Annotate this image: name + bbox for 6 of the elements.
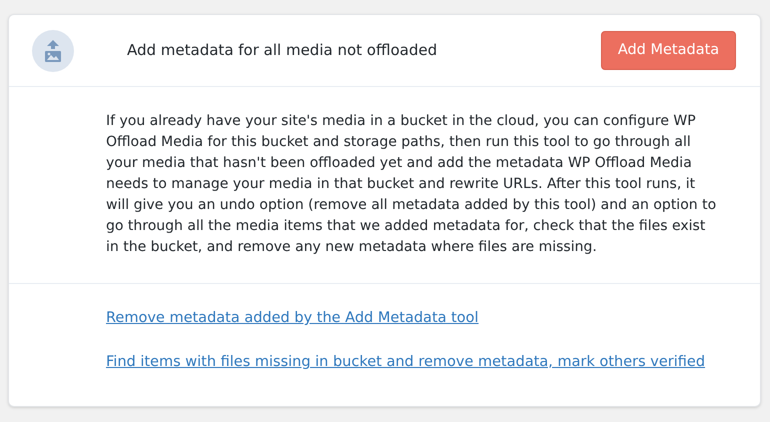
add-metadata-button[interactable]: Add Metadata [601,31,736,70]
tool-link[interactable]: Find items with files missing in bucket and remove metadata, mark others verified [106,353,706,371]
description-text: If you already have your site's media in a bucket in the cloud, you can configure WP Offload Media for this bucket and storage paths, then run this tool to go through all your media that hasn't been offloaded yet and add the metadata WP Offload Media needs to manage your media in that bucket and rewrite URLs. After this tool runs, it will give you an undo option (remove all metadata added by this tool) and an option to go through all the media items that we added metadata for, check that the files exist in the bucket, and remove any new metadata where files are missing. [106,112,718,257]
tool-link[interactable]: Remove metadata added by the Add Metadata tool [106,309,479,327]
image-upload-icon [32,30,74,72]
section-title: Add metadata for all media not offloaded [127,40,438,62]
